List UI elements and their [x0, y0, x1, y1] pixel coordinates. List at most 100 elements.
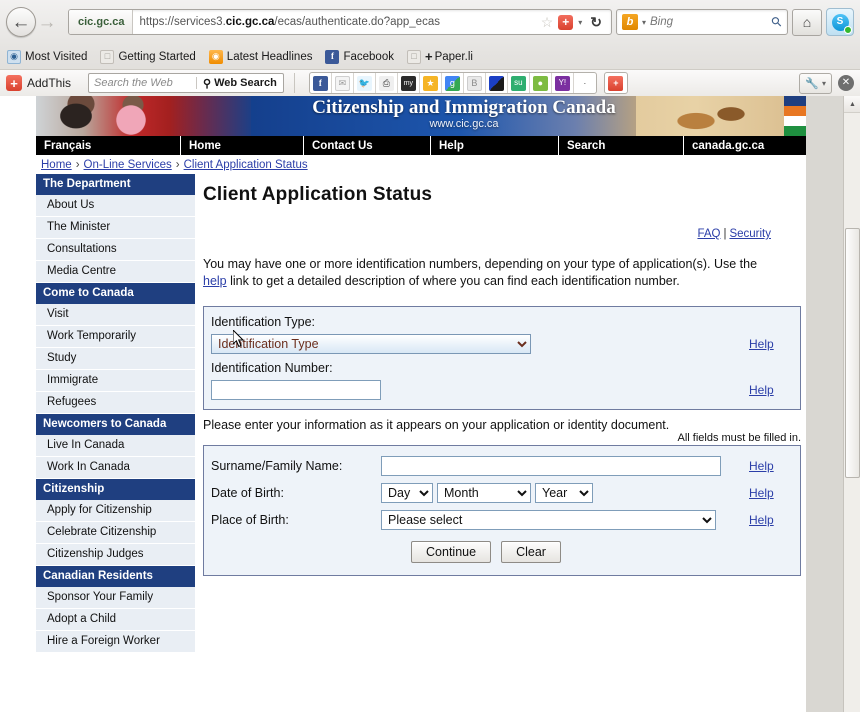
toolbar-divider: [293, 73, 295, 93]
sidebar-item-live-in-canada[interactable]: Live In Canada: [36, 435, 195, 457]
addthis-toolbar-right: 🔧 ▾ ✕: [799, 72, 854, 94]
bookmark-most-visited[interactable]: ◉ Most Visited: [7, 49, 87, 64]
url-text[interactable]: https://services3.cic.gc.ca/ecas/authent…: [133, 16, 540, 28]
sidebar-item-apply-for-citizenship[interactable]: Apply for Citizenship: [36, 500, 195, 522]
breadcrumb-item-online-services[interactable]: On-Line Services: [84, 159, 172, 171]
bookmark-star-icon[interactable]: ☆: [541, 14, 554, 31]
nav-item-francais[interactable]: Français: [36, 136, 181, 155]
web-search-button[interactable]: ⚲ Web Search: [197, 77, 283, 90]
close-toolbar-button[interactable]: ✕: [838, 75, 854, 91]
identification-type-help-link[interactable]: Help: [749, 337, 791, 351]
dob-year-select[interactable]: Year: [535, 482, 593, 503]
help-inline-link[interactable]: help: [203, 274, 227, 288]
addthis-brand[interactable]: + AddThis: [6, 75, 71, 91]
scrollbar-thumb[interactable]: [845, 228, 860, 478]
scroll-up-button[interactable]: ▲: [844, 96, 860, 113]
clear-button[interactable]: Clear: [501, 541, 561, 563]
nav-item-home[interactable]: Home: [181, 136, 304, 155]
blogger-share-icon[interactable]: B: [464, 73, 486, 93]
identification-number-help-link[interactable]: Help: [749, 383, 791, 397]
sidebar-item-citizenship-judges[interactable]: Citizenship Judges: [36, 544, 195, 566]
dob-month-select[interactable]: Month: [437, 482, 531, 503]
address-bar[interactable]: cic.gc.ca https://services3.cic.gc.ca/ec…: [68, 9, 612, 35]
browser-search-input[interactable]: Bing: [650, 16, 768, 28]
reload-icon[interactable]: ↻: [587, 14, 605, 31]
nav-item-contact-us[interactable]: Contact Us: [304, 136, 431, 155]
forward-button[interactable]: →: [34, 7, 60, 37]
google-share-icon[interactable]: g: [442, 73, 464, 93]
search-engine-chevron-icon[interactable]: ▾: [642, 18, 646, 27]
addthis-badge-icon[interactable]: +: [558, 14, 574, 30]
sidebar-item-immigrate[interactable]: Immigrate: [36, 370, 195, 392]
sidebar-item-adopt-a-child[interactable]: Adopt a Child: [36, 609, 195, 631]
form-buttons: Continue Clear: [181, 533, 791, 567]
vertical-scrollbar[interactable]: ▲: [843, 96, 860, 712]
chevron-down-icon[interactable]: ▾: [578, 18, 582, 27]
addthis-search-input[interactable]: Search the Web: [89, 77, 198, 89]
search-icon[interactable]: ⚲: [768, 13, 786, 31]
surname-label: Surname/Family Name:: [211, 458, 343, 473]
place-of-birth-control: Please select: [381, 509, 749, 530]
sidebar-item-hire-a-foreign-worker[interactable]: Hire a Foreign Worker: [36, 631, 195, 653]
identification-number-input[interactable]: [211, 380, 381, 400]
home-button[interactable]: ⌂: [792, 8, 822, 36]
digg-share-icon[interactable]: ●: [530, 73, 552, 93]
myspace-share-icon[interactable]: my: [398, 73, 420, 93]
browser-search-box[interactable]: b ▾ Bing ⚲: [616, 9, 788, 35]
bookmark-getting-started[interactable]: □ Getting Started: [100, 49, 196, 64]
sidebar-item-visit[interactable]: Visit: [36, 304, 195, 326]
sidebar-item-work-temporarily[interactable]: Work Temporarily: [36, 326, 195, 348]
sidebar-item-study[interactable]: Study: [36, 348, 195, 370]
sidebar-item-celebrate-citizenship[interactable]: Celebrate Citizenship: [36, 522, 195, 544]
security-link[interactable]: Security: [729, 228, 771, 240]
sidebar-item-consultations[interactable]: Consultations: [36, 239, 195, 261]
dob-day-select[interactable]: Day: [381, 482, 433, 503]
stumbleupon-share-icon[interactable]: su: [508, 73, 530, 93]
surname-input[interactable]: [381, 455, 721, 476]
favorites-icon[interactable]: ★: [420, 73, 442, 93]
facebook-share-icon[interactable]: f: [310, 73, 332, 93]
back-button[interactable]: ←: [6, 7, 36, 37]
skype-button[interactable]: S: [826, 8, 854, 36]
bookmark-latest-headlines[interactable]: ◉ Latest Headlines: [208, 49, 312, 64]
link-divider: |: [723, 228, 727, 240]
page-right-margin: [806, 96, 844, 712]
bookmark-facebook[interactable]: f Facebook: [325, 49, 394, 64]
yahoo-share-icon[interactable]: Y!: [552, 73, 574, 93]
place-of-birth-help-link[interactable]: Help: [749, 513, 791, 527]
search-icon: ⚲: [203, 77, 212, 90]
addthis-search[interactable]: Search the Web ⚲ Web Search: [88, 73, 284, 93]
print-icon[interactable]: ⎙: [376, 73, 398, 93]
sidebar-item-about-us[interactable]: About Us: [36, 195, 195, 217]
personal-information-form-box: Surname/Family Name: Help Date of Birth:…: [203, 445, 801, 576]
addthis-brand-label: AddThis: [27, 76, 72, 90]
sidebar-item-the-minister[interactable]: The Minister: [36, 217, 195, 239]
bookmark-paperli[interactable]: □ + Paper.li: [406, 49, 473, 64]
sidebar-item-refugees[interactable]: Refugees: [36, 392, 195, 414]
place-of-birth-select[interactable]: Please select: [381, 509, 716, 530]
breadcrumb-item-client-application-status[interactable]: Client Application Status: [184, 159, 308, 171]
nav-item-search[interactable]: Search: [559, 136, 684, 155]
sidebar-item-sponsor-your-family[interactable]: Sponsor Your Family: [36, 587, 195, 609]
more-share-icon[interactable]: ·: [574, 73, 596, 93]
delicious-share-icon[interactable]: [486, 73, 508, 93]
sidebar-item-work-in-canada[interactable]: Work In Canada: [36, 457, 195, 479]
breadcrumb-item-home[interactable]: Home: [41, 159, 72, 171]
continue-button[interactable]: Continue: [411, 541, 492, 563]
nav-item-help[interactable]: Help: [431, 136, 559, 155]
identification-type-select[interactable]: Identification Type: [211, 334, 531, 354]
twitter-share-icon[interactable]: 🐦: [354, 73, 376, 93]
site-identity-badge[interactable]: cic.gc.ca: [69, 10, 134, 34]
addthis-extra-icon[interactable]: +: [603, 72, 628, 94]
email-share-icon[interactable]: ✉: [332, 73, 354, 93]
nav-item-canada-gc-ca[interactable]: canada.gc.ca: [684, 136, 806, 155]
surname-help-link[interactable]: Help: [749, 459, 791, 473]
faq-link[interactable]: FAQ: [697, 228, 720, 240]
site-banner: Citizenship and Immigration Canada www.c…: [36, 96, 806, 136]
settings-button[interactable]: 🔧 ▾: [799, 72, 832, 94]
sidebar-item-media-centre[interactable]: Media Centre: [36, 261, 195, 283]
wrench-icon: 🔧: [805, 77, 819, 90]
bing-icon[interactable]: b: [622, 14, 638, 30]
date-of-birth-help-link[interactable]: Help: [749, 486, 791, 500]
place-of-birth-label: Place of Birth:: [211, 512, 289, 527]
